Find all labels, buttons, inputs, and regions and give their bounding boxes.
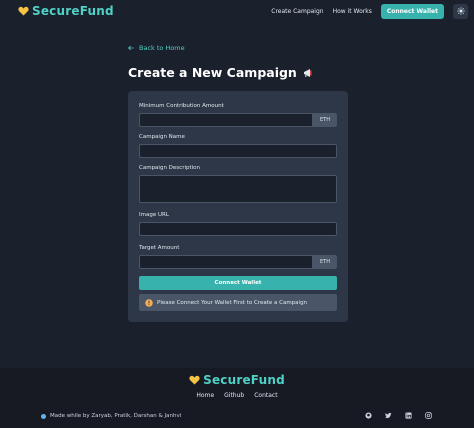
main-content: Back to Home Create a New Campaign Minim…: [0, 22, 474, 368]
min-contribution-input[interactable]: [139, 113, 313, 127]
sun-icon: [456, 7, 465, 15]
target-amount-input[interactable]: [139, 255, 313, 269]
target-amount-label: Target Amount: [139, 245, 180, 251]
campaign-description-input[interactable]: [139, 175, 337, 203]
page-title: Create a New Campaign: [128, 65, 315, 80]
campaign-description-label: Campaign Description: [139, 165, 201, 171]
nav-how-it-works[interactable]: How it Works: [333, 8, 372, 15]
wallet-warning-text: Please Connect Your Wallet First to Crea…: [157, 299, 308, 306]
social-links: [364, 411, 433, 420]
back-link-label: Back to Home: [139, 44, 185, 52]
form-connect-wallet-button[interactable]: Connect Wallet: [139, 276, 337, 290]
nav-menu: Create Campaign How it Works Connect Wal…: [271, 3, 468, 19]
nav-create-campaign[interactable]: Create Campaign: [271, 8, 323, 15]
footer-credit-text: Made while by Zaryab, Pratik, Darshan & …: [50, 413, 182, 419]
footer-link-github[interactable]: Github: [224, 392, 244, 399]
brand-logo[interactable]: SecureFund: [18, 4, 114, 18]
footer-brand[interactable]: SecureFund: [0, 373, 474, 387]
footer-brand-name: SecureFund: [203, 373, 285, 387]
status-dot-icon: [41, 413, 46, 419]
twitter-icon[interactable]: [384, 411, 393, 420]
connect-wallet-button[interactable]: Connect Wallet: [380, 3, 444, 19]
campaign-name-input[interactable]: [139, 144, 337, 158]
heart-icon: [189, 375, 200, 385]
navbar: SecureFund Create Campaign How it Works …: [0, 0, 474, 22]
image-url-label: Image URL: [139, 212, 169, 218]
campaign-form: Minimum Contribution Amount ETH Campaign…: [128, 91, 348, 322]
back-to-home-link[interactable]: Back to Home: [128, 44, 185, 52]
github-icon[interactable]: [364, 411, 373, 420]
min-contribution-label: Minimum Contribution Amount: [139, 103, 224, 109]
megaphone-icon: [303, 68, 312, 77]
footer: SecureFund Home Github Contact Made whil…: [0, 368, 474, 428]
footer-credit: Made while by Zaryab, Pratik, Darshan & …: [41, 413, 181, 419]
wallet-warning-alert: Please Connect Your Wallet First to Crea…: [139, 294, 337, 311]
image-url-input[interactable]: [139, 222, 337, 236]
footer-link-contact[interactable]: Contact: [254, 392, 277, 399]
target-amount-unit: ETH: [313, 255, 337, 269]
linkedin-icon[interactable]: [404, 411, 413, 420]
brand-name: SecureFund: [32, 4, 114, 18]
instagram-icon[interactable]: [424, 411, 433, 420]
arrow-left-icon: [128, 45, 134, 51]
footer-links: Home Github Contact: [0, 392, 474, 399]
footer-link-home[interactable]: Home: [196, 392, 214, 399]
min-contribution-unit: ETH: [313, 113, 337, 127]
page-title-text: Create a New Campaign: [128, 65, 297, 80]
warning-icon: [145, 298, 153, 307]
theme-toggle-button[interactable]: [453, 3, 468, 19]
heart-icon: [18, 6, 29, 16]
campaign-name-label: Campaign Name: [139, 134, 185, 140]
